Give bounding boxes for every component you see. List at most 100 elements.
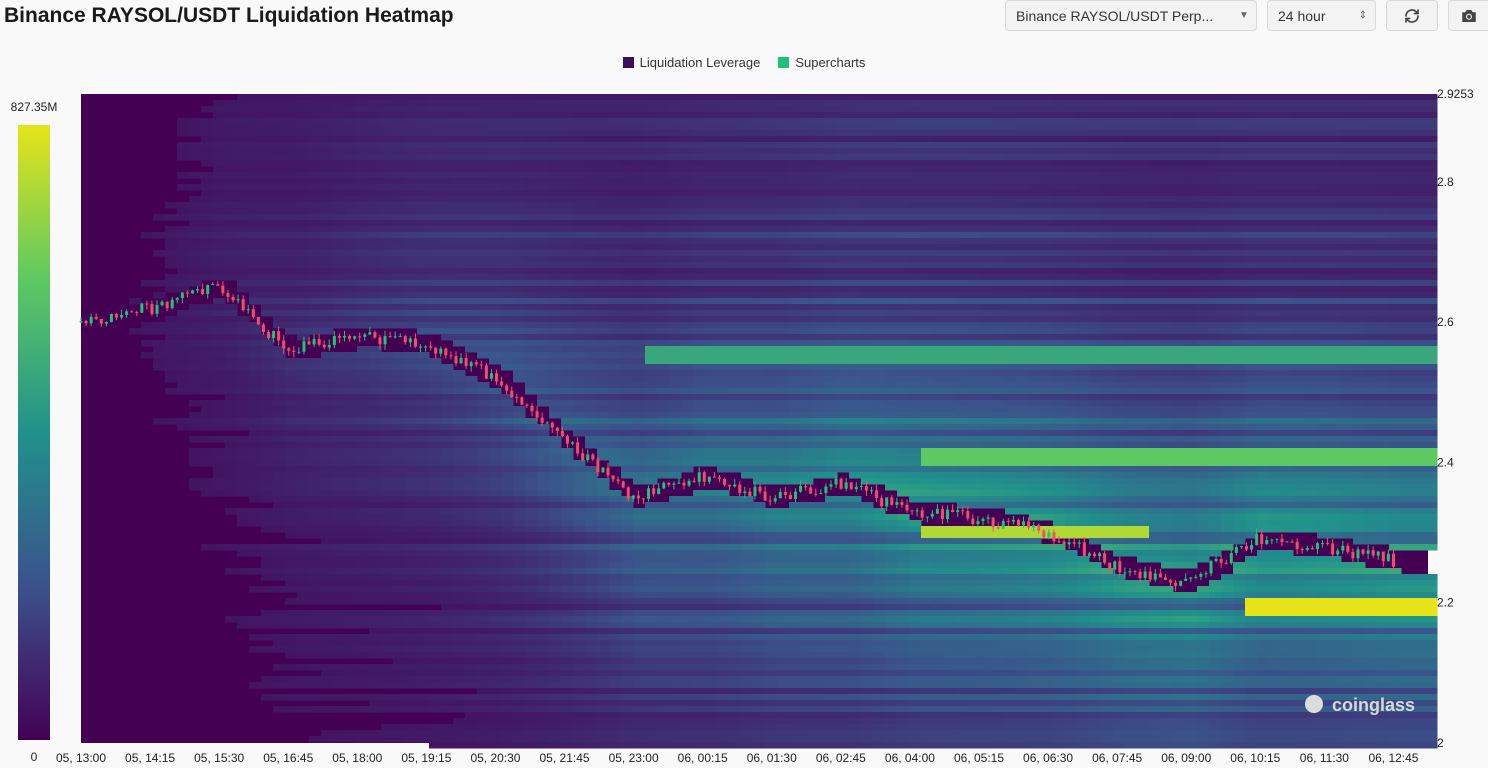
heatmap-cell [741,190,754,197]
heatmap-cell [669,226,682,233]
heatmap-cell [645,664,658,671]
heatmap-cell [717,586,730,593]
heatmap-cell [729,298,742,305]
heatmap-cell [705,196,718,203]
heatmap-cell [513,484,526,491]
heatmap-cell [633,424,646,431]
heatmap-cell [645,478,658,485]
heatmap-cell [741,370,754,377]
heatmap-cell [681,700,694,707]
heatmap-cell [621,220,634,227]
heatmap-cell [669,142,682,149]
heatmap-cell [405,184,418,191]
heatmap-cell [249,424,262,431]
heatmap-cell [309,610,322,617]
heatmap-cell [429,382,442,389]
heatmap-cell [465,706,478,713]
heatmap-cell [489,244,502,251]
heatmap-cell [729,388,742,395]
heatmap-cell [705,412,718,419]
heatmap-cell [789,190,802,197]
heatmap-cell [489,538,502,545]
heatmap-cell [465,388,478,395]
heatmap-cell [477,460,490,467]
heatmap-cell [261,274,274,281]
heatmap-cell [489,634,502,641]
heatmap-cell [369,592,382,599]
heatmap-cell [381,304,394,311]
heatmap-cell [597,712,610,719]
heatmap-cell [441,424,454,431]
heatmap-cell [717,124,730,131]
heatmap-cell [381,262,394,269]
heatmap-cell [669,550,682,557]
heatmap-cell [561,226,574,233]
heatmap-cell [501,568,514,575]
heatmap-cell [609,256,622,263]
heatmap-cell [681,190,694,197]
heatmap-cell [597,646,610,653]
heatmap-cell [621,424,634,431]
heatmap-cell [717,448,730,455]
heatmap-cell [561,142,574,149]
heatmap-cell [633,130,646,137]
heatmap-cell [405,292,418,299]
heatmap-cell [789,256,802,263]
heatmap-cell [393,442,406,449]
heatmap-cell [297,652,310,659]
heatmap-cell [561,538,574,545]
heatmap-cell [357,406,370,413]
heatmap-cell [417,214,430,221]
heatmap-cell [393,232,406,239]
heatmap-cell [249,388,262,395]
heatmap-cell [777,298,790,305]
heatmap-cell [165,334,178,341]
heatmap-cell [357,106,370,113]
heatmap-cell [705,328,718,335]
heatmap-cell [405,628,418,635]
heatmap-cell [741,646,754,653]
liquidation-heatmap-chart[interactable]: 05, 13:00 05, 14:15 05, 15:30 05, 16:45 05, … [0,0,1488,768]
heatmap-cell [597,364,610,371]
heatmap-cell [333,172,346,179]
heatmap-cell [345,292,358,299]
heatmap-cell [681,514,694,521]
heatmap-cell [717,172,730,179]
heatmap-cell [693,238,706,245]
heatmap-cell [573,154,586,161]
heatmap-cell [261,280,274,287]
heatmap-cell [477,646,490,653]
heatmap-cell [705,586,718,593]
heatmap-cell [597,604,610,611]
heatmap-cell [357,316,370,323]
heatmap-cell [165,370,178,377]
heatmap-cell [429,454,442,461]
heatmap-cell [621,646,634,653]
heatmap-cell [333,100,346,107]
heatmap-cell [669,508,682,515]
heatmap-cell [297,166,310,173]
heatmap-cell [489,448,502,455]
heatmap-cell [465,328,478,335]
heatmap-cell [357,382,370,389]
heatmap-cell [669,406,682,413]
heatmap-cell [381,586,394,593]
heatmap-cell [309,652,322,659]
heatmap-cell [789,124,802,131]
heatmap-cell [405,466,418,473]
heatmap-cell [525,538,538,545]
heatmap-cell [777,292,790,299]
heatmap-cell [681,412,694,419]
heatmap-cell [333,178,346,185]
heatmap-cell [633,202,646,209]
heatmap-cell [381,376,394,383]
heatmap-cell [261,430,274,437]
heatmap-cell [549,652,562,659]
heatmap-cell [681,622,694,629]
heatmap-cell [705,166,718,173]
heatmap-cell [501,622,514,629]
heatmap-cell [405,172,418,179]
heatmap-cell [717,490,730,497]
heatmap-cell [741,496,754,503]
heatmap-cell [537,436,550,443]
